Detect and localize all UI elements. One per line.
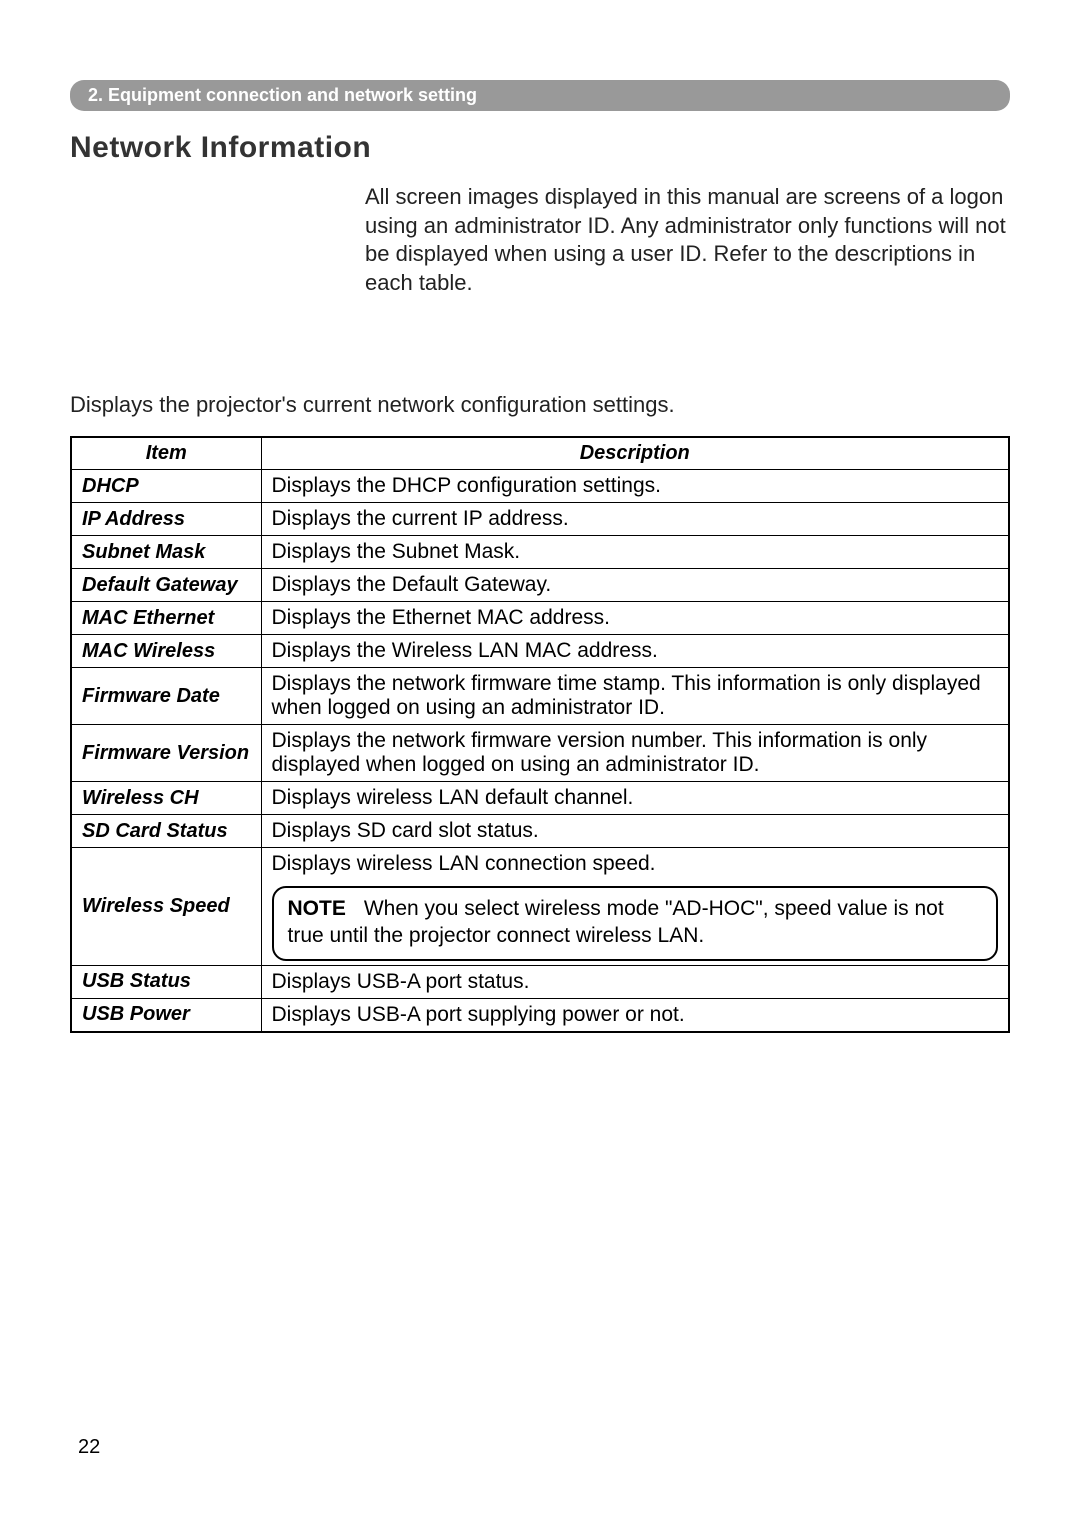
table-row: IP Address Displays the current IP addre… [71,503,1009,536]
item-cell: USB Status [71,965,261,998]
item-cell: Firmware Version [71,725,261,782]
desc-cell: Displays the Ethernet MAC address. [261,602,1009,635]
section-header-bar: 2. Equipment connection and network sett… [70,80,1010,111]
desc-cell-wireless-speed: Displays wireless LAN connection speed. … [261,848,1009,966]
desc-cell: Displays the network firmware time stamp… [261,668,1009,725]
item-cell: IP Address [71,503,261,536]
table-row: MAC Ethernet Displays the Ethernet MAC a… [71,602,1009,635]
desc-cell: Displays SD card slot status. [261,815,1009,848]
table-row: USB Power Displays USB-A port supplying … [71,998,1009,1032]
item-cell: USB Power [71,998,261,1032]
item-cell: Wireless CH [71,782,261,815]
item-cell: Firmware Date [71,668,261,725]
table-row-wireless-speed: Wireless Speed Displays wireless LAN con… [71,848,1009,966]
desc-cell: Displays the Subnet Mask. [261,536,1009,569]
note-box: NOTEWhen you select wireless mode "AD-HO… [272,886,999,961]
page-title: Network Information [70,131,1010,165]
wireless-speed-top-text: Displays wireless LAN connection speed. [272,852,999,876]
note-body: When you select wireless mode "AD-HOC", … [288,897,944,946]
note-label: NOTE [288,897,346,920]
item-cell: Default Gateway [71,569,261,602]
table-row: Subnet Mask Displays the Subnet Mask. [71,536,1009,569]
header-description: Description [261,437,1009,470]
item-cell: DHCP [71,470,261,503]
intro-paragraph: All screen images displayed in this manu… [365,183,1010,297]
table-row: Firmware Date Displays the network firmw… [71,668,1009,725]
header-item: Item [71,437,261,470]
item-cell: MAC Wireless [71,635,261,668]
item-cell: Subnet Mask [71,536,261,569]
desc-cell: Displays the network firmware version nu… [261,725,1009,782]
item-cell: Wireless Speed [71,848,261,966]
page-number: 22 [78,1436,100,1459]
table-row: Firmware Version Displays the network fi… [71,725,1009,782]
desc-cell: Displays the current IP address. [261,503,1009,536]
table-row: Default Gateway Displays the Default Gat… [71,569,1009,602]
table-row: USB Status Displays USB-A port status. [71,965,1009,998]
table-row: DHCP Displays the DHCP configuration set… [71,470,1009,503]
desc-cell: Displays USB-A port status. [261,965,1009,998]
table-row: MAC Wireless Displays the Wireless LAN M… [71,635,1009,668]
subtitle-text: Displays the projector's current network… [70,392,1010,418]
section-header-text: 2. Equipment connection and network sett… [88,85,477,105]
table-row: SD Card Status Displays SD card slot sta… [71,815,1009,848]
network-info-table: Item Description DHCP Displays the DHCP … [70,436,1010,1033]
item-cell: MAC Ethernet [71,602,261,635]
item-cell: SD Card Status [71,815,261,848]
table-header-row: Item Description [71,437,1009,470]
desc-cell: Displays the Wireless LAN MAC address. [261,635,1009,668]
desc-cell: Displays the DHCP configuration settings… [261,470,1009,503]
desc-cell: Displays wireless LAN default channel. [261,782,1009,815]
table-row: Wireless CH Displays wireless LAN defaul… [71,782,1009,815]
desc-cell: Displays the Default Gateway. [261,569,1009,602]
desc-cell: Displays USB-A port supplying power or n… [261,998,1009,1032]
